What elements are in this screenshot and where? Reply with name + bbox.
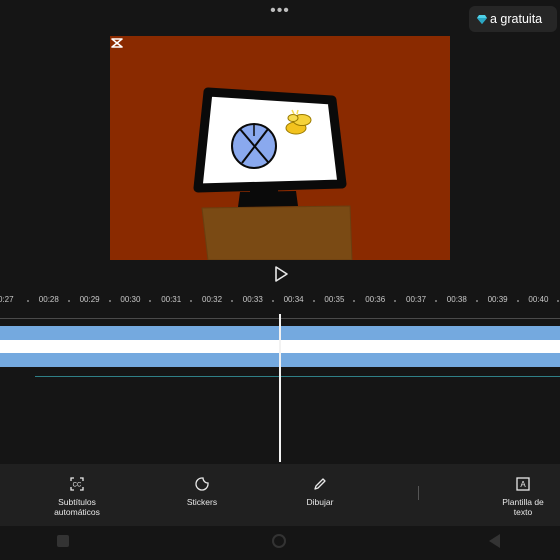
- time-tick-label: 00:35: [324, 295, 345, 304]
- time-tick-label: 00:39: [487, 295, 508, 304]
- time-tick-label: 00:38: [446, 295, 467, 304]
- auto-captions-label: Subtítulos automáticos: [54, 497, 100, 517]
- time-tick-label: 00:31: [161, 295, 182, 304]
- sticker-icon: [195, 477, 209, 491]
- time-tick-label: 0:27: [0, 295, 14, 304]
- draw-button[interactable]: Dibujar: [296, 476, 344, 507]
- time-tick-dot: [516, 300, 519, 302]
- time-tick-dot: [190, 300, 193, 302]
- auto-captions-icon: CC: [70, 477, 84, 491]
- draw-label: Dibujar: [306, 497, 334, 507]
- time-ruler[interactable]: 0:27 00:28 00:29 00:30 00:31 00:32 00:33 00:34 0…: [0, 288, 560, 314]
- playback-bar: [0, 260, 560, 288]
- time-tick-label: 00:29: [79, 295, 100, 304]
- time-tick-label: 00:37: [406, 295, 427, 304]
- more-horizontal-icon[interactable]: •••: [268, 3, 292, 19]
- auto-captions-button[interactable]: CC Subtítulos automáticos: [45, 476, 109, 517]
- drawing-illustration: [193, 87, 353, 260]
- video-preview-area: [0, 36, 560, 260]
- time-tick-dot: [475, 300, 478, 302]
- time-tick-label: 00:34: [283, 295, 304, 304]
- time-tick-label: 00:40: [528, 295, 549, 304]
- time-tick-dot: [435, 300, 437, 302]
- recent-apps-icon[interactable]: [57, 535, 69, 547]
- play-icon[interactable]: [272, 265, 290, 283]
- time-tick-label: 00:36: [365, 295, 386, 304]
- playhead[interactable]: [279, 314, 281, 462]
- svg-text:A: A: [520, 480, 526, 489]
- time-tick-dot: [108, 300, 111, 302]
- back-icon[interactable]: [489, 534, 500, 548]
- home-icon[interactable]: [272, 534, 286, 548]
- time-tick-label: 00:28: [38, 295, 59, 304]
- timeline[interactable]: [0, 314, 560, 464]
- time-tick-dot: [271, 300, 274, 302]
- text-track-line[interactable]: [35, 376, 560, 377]
- time-tick-label: 00:30: [120, 295, 141, 304]
- time-tick-dot: [353, 300, 356, 302]
- pencil-icon: [314, 478, 326, 490]
- top-bar: ••• a gratuita: [0, 0, 560, 36]
- toolbar-divider: [418, 486, 419, 500]
- text-template-button[interactable]: A Plantilla de texto: [492, 476, 554, 517]
- pro-trial-button[interactable]: a gratuita: [469, 6, 557, 32]
- time-tick-dot: [312, 300, 315, 302]
- time-tick-dot: [394, 300, 397, 302]
- time-tick-dot: [27, 300, 29, 302]
- time-tick-label: 00:33: [242, 295, 263, 304]
- text-template-label: Plantilla de texto: [502, 497, 544, 517]
- bottom-toolbar: CC Subtítulos automáticos Stickers Dibuj…: [0, 464, 560, 526]
- time-tick-dot: [67, 300, 70, 302]
- svg-text:CC: CC: [73, 483, 82, 489]
- capcut-logo-icon: [111, 38, 123, 48]
- time-tick-dot: [231, 300, 233, 302]
- video-canvas[interactable]: [110, 36, 450, 260]
- text-template-icon: A: [516, 477, 530, 491]
- time-tick-dot: [557, 300, 560, 302]
- diamond-icon: [477, 14, 487, 24]
- stickers-button[interactable]: Stickers: [178, 476, 226, 507]
- stickers-label: Stickers: [186, 497, 218, 507]
- pro-trial-label: a gratuita: [490, 12, 543, 26]
- time-tick-dot: [149, 300, 152, 302]
- system-navigation-bar: [0, 526, 560, 560]
- time-tick-label: 00:32: [202, 295, 223, 304]
